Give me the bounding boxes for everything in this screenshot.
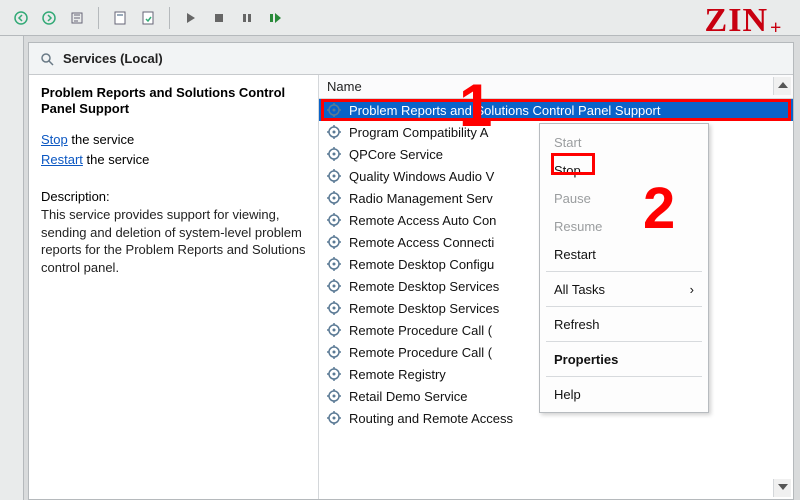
- workspace: Services (Local) Problem Reports and Sol…: [0, 36, 800, 500]
- service-name: Remote Access Auto Con: [349, 213, 496, 228]
- service-detail-pane: Problem Reports and Solutions Control Pa…: [29, 75, 319, 499]
- gear-icon: [325, 387, 343, 405]
- description-text: This service provides support for viewin…: [41, 206, 306, 276]
- restart-icon[interactable]: [264, 7, 286, 29]
- service-name: Remote Desktop Configu: [349, 257, 494, 272]
- gear-icon: [325, 145, 343, 163]
- pause-icon[interactable]: [236, 7, 258, 29]
- refresh-icon[interactable]: [137, 7, 159, 29]
- menu-item-properties[interactable]: Properties: [540, 345, 708, 373]
- menu-item-all-tasks[interactable]: All Tasks›: [540, 275, 708, 303]
- gear-icon: [325, 299, 343, 317]
- stop-icon[interactable]: [208, 7, 230, 29]
- nav-gutter: [0, 36, 24, 500]
- menu-item-pause: Pause: [540, 184, 708, 212]
- scroll-up-button[interactable]: [773, 77, 791, 95]
- properties-icon[interactable]: [109, 7, 131, 29]
- menu-item-restart[interactable]: Restart: [540, 240, 708, 268]
- toolbar: [0, 0, 800, 36]
- scroll-down-button[interactable]: [773, 479, 791, 497]
- chevron-right-icon: ›: [690, 282, 694, 297]
- gear-icon: [325, 167, 343, 185]
- restart-link[interactable]: Restart: [41, 152, 83, 167]
- gear-icon: [325, 211, 343, 229]
- menu-item-start: Start: [540, 128, 708, 156]
- service-name: Remote Access Connecti: [349, 235, 494, 250]
- gear-icon: [325, 321, 343, 339]
- service-name: Routing and Remote Access: [349, 411, 513, 426]
- export-icon[interactable]: [66, 7, 88, 29]
- play-icon[interactable]: [180, 7, 202, 29]
- menu-item-stop[interactable]: Stop: [540, 156, 708, 184]
- menu-item-resume: Resume: [540, 212, 708, 240]
- service-name: Remote Desktop Services: [349, 301, 499, 316]
- service-name: Remote Registry: [349, 367, 446, 382]
- service-name: Radio Management Serv: [349, 191, 493, 206]
- tab-bar: Services (Local): [29, 43, 793, 75]
- service-row[interactable]: Problem Reports and Solutions Control Pa…: [319, 99, 793, 121]
- service-name: QPCore Service: [349, 147, 443, 162]
- description-label: Description:: [41, 189, 306, 204]
- gear-icon: [325, 409, 343, 427]
- service-name: Problem Reports and Solutions Control Pa…: [349, 103, 660, 118]
- gear-icon: [325, 101, 343, 119]
- search-icon: [39, 51, 55, 67]
- menu-item-help[interactable]: Help: [540, 380, 708, 408]
- context-menu: Start Stop Pause Resume Restart All Task…: [539, 123, 709, 413]
- gear-icon: [325, 365, 343, 383]
- column-header-name[interactable]: Name: [319, 75, 793, 99]
- watermark-logo: ZIN: [705, 2, 788, 40]
- stop-link[interactable]: Stop: [41, 132, 68, 147]
- content-pane: Services (Local) Problem Reports and Sol…: [28, 42, 794, 500]
- tab-title: Services (Local): [63, 51, 163, 66]
- gear-icon: [325, 233, 343, 251]
- gear-icon: [325, 277, 343, 295]
- forward-icon[interactable]: [38, 7, 60, 29]
- gear-icon: [325, 255, 343, 273]
- service-action-links: Stop the service Restart the service: [41, 130, 306, 172]
- service-name: Retail Demo Service: [349, 389, 468, 404]
- selected-service-title: Problem Reports and Solutions Control Pa…: [41, 85, 306, 118]
- back-icon[interactable]: [10, 7, 32, 29]
- gear-icon: [325, 123, 343, 141]
- gear-icon: [325, 189, 343, 207]
- service-name: Quality Windows Audio V: [349, 169, 494, 184]
- menu-item-refresh[interactable]: Refresh: [540, 310, 708, 338]
- service-name: Remote Procedure Call (: [349, 345, 492, 360]
- service-name: Remote Procedure Call (: [349, 323, 492, 338]
- service-name: Program Compatibility A: [349, 125, 488, 140]
- gear-icon: [325, 343, 343, 361]
- service-name: Remote Desktop Services: [349, 279, 499, 294]
